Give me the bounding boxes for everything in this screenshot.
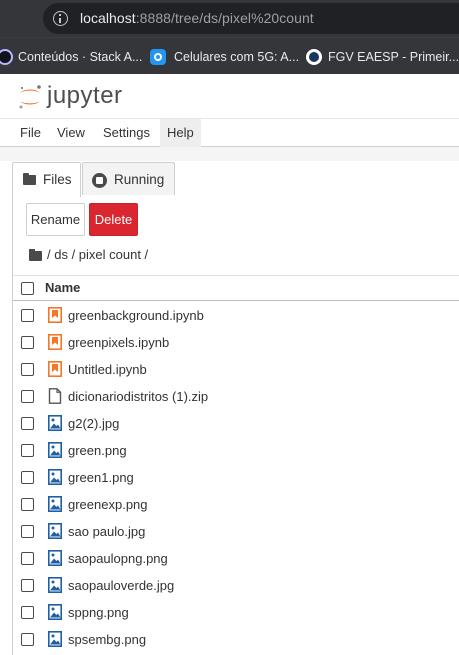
- row-checkbox[interactable]: [21, 633, 34, 646]
- image-file-icon: [48, 415, 62, 431]
- bookmark-label: FGV EAESP - Primeir...: [328, 50, 459, 64]
- breadcrumb-path[interactable]: / ds / pixel count /: [47, 245, 148, 265]
- file-name-link[interactable]: spsembg.png: [68, 631, 146, 648]
- bookmarks-bar: Conteúdos · Stack A... Celulares com 5G:…: [0, 37, 459, 74]
- row-checkbox[interactable]: [21, 336, 34, 349]
- jupyter-header: jupyter: [0, 74, 459, 119]
- tab-files[interactable]: Files: [12, 162, 81, 197]
- file-list: greenbackground.ipynb greenpixels.ipynb Un…: [13, 302, 459, 653]
- file-name-link[interactable]: g2(2).jpg: [68, 415, 119, 432]
- file-row[interactable]: saopaulopng.png: [13, 545, 459, 572]
- file-name-link[interactable]: dicionariodistritos (1).zip: [68, 388, 208, 405]
- row-checkbox[interactable]: [21, 606, 34, 619]
- file-name-link[interactable]: Untitled.ipynb: [68, 361, 147, 378]
- menu-help[interactable]: Help: [160, 119, 201, 147]
- image-file-icon: [48, 550, 62, 566]
- image-file-icon: [48, 604, 62, 620]
- delete-button[interactable]: Delete: [89, 203, 138, 236]
- folder-icon: [23, 173, 36, 185]
- file-row[interactable]: dicionariodistritos (1).zip: [13, 383, 459, 410]
- file-row[interactable]: green.png: [13, 437, 459, 464]
- file-name-link[interactable]: green1.png: [68, 469, 134, 486]
- file-name-link[interactable]: greenexp.png: [68, 496, 148, 513]
- url-host: localhost: [80, 10, 136, 26]
- menu-view[interactable]: View: [50, 119, 92, 147]
- chevron-left-icon[interactable]: [6, 8, 20, 28]
- site-info-icon[interactable]: [53, 11, 68, 26]
- menu-settings[interactable]: Settings: [96, 119, 157, 147]
- bookmark-favicon-icon: [306, 49, 322, 65]
- bookmark-favicon-icon: [0, 49, 13, 65]
- tab-files-label: Files: [43, 172, 72, 187]
- tab-strip: Files Running: [0, 161, 459, 197]
- file-row[interactable]: g2(2).jpg: [13, 410, 459, 437]
- jupyter-logo-text[interactable]: jupyter: [47, 83, 123, 109]
- jupyter-logo-icon[interactable]: [16, 83, 44, 111]
- file-row[interactable]: Untitled.ipynb: [13, 356, 459, 383]
- file-row[interactable]: sao paulo.jpg: [13, 518, 459, 545]
- image-file-icon: [48, 469, 62, 485]
- tab-running-label: Running: [114, 172, 165, 187]
- folder-icon[interactable]: [29, 249, 42, 261]
- file-name-link[interactable]: green.png: [68, 442, 127, 459]
- file-row[interactable]: green1.png: [13, 464, 459, 491]
- file-name-link[interactable]: saopaulopng.png: [68, 550, 168, 567]
- file-name-link[interactable]: greenbackground.ipynb: [68, 307, 204, 324]
- image-file-icon: [48, 631, 62, 647]
- image-file-icon: [48, 496, 62, 512]
- file-name-link[interactable]: saopauloverde.jpg: [68, 577, 174, 594]
- select-all-checkbox[interactable]: [21, 282, 34, 295]
- row-checkbox[interactable]: [21, 471, 34, 484]
- list-header: Name: [13, 275, 459, 301]
- column-name-header[interactable]: Name: [45, 280, 80, 295]
- row-checkbox[interactable]: [21, 363, 34, 376]
- file-name-link[interactable]: sppng.png: [68, 604, 129, 621]
- files-panel: Rename Delete / ds / pixel count / Name …: [12, 195, 459, 655]
- notebook-icon: [48, 307, 62, 323]
- file-row[interactable]: greenexp.png: [13, 491, 459, 518]
- menu-file[interactable]: File: [13, 119, 48, 147]
- file-name-link[interactable]: greenpixels.ipynb: [68, 334, 169, 351]
- stop-circle-icon: [92, 173, 107, 188]
- notebook-icon: [48, 361, 62, 377]
- file-row[interactable]: spsembg.png: [13, 626, 459, 653]
- row-checkbox[interactable]: [21, 552, 34, 565]
- url-text[interactable]: localhost:8888/tree/ds/pixel%20count: [80, 10, 314, 27]
- row-checkbox[interactable]: [21, 498, 34, 511]
- image-file-icon: [48, 523, 62, 539]
- row-checkbox[interactable]: [21, 579, 34, 592]
- file-row[interactable]: greenbackground.ipynb: [13, 302, 459, 329]
- image-file-icon: [48, 577, 62, 593]
- bookmark-label: Celulares com 5G: A...: [174, 50, 300, 64]
- file-row[interactable]: sppng.png: [13, 599, 459, 626]
- file-row[interactable]: saopauloverde.jpg: [13, 572, 459, 599]
- header-separator: [0, 147, 459, 161]
- bookmark-label: Conteúdos · Stack A...: [18, 50, 143, 64]
- browser-address-bar: localhost:8888/tree/ds/pixel%20count: [0, 0, 459, 37]
- notebook-icon: [48, 334, 62, 350]
- bookmark-favicon-icon: [150, 49, 166, 65]
- image-file-icon: [48, 442, 62, 458]
- file-icon: [48, 388, 62, 404]
- file-name-link[interactable]: sao paulo.jpg: [68, 523, 145, 540]
- file-row[interactable]: greenpixels.ipynb: [13, 329, 459, 356]
- row-checkbox[interactable]: [21, 309, 34, 322]
- row-checkbox[interactable]: [21, 525, 34, 538]
- row-checkbox[interactable]: [21, 444, 34, 457]
- rename-button[interactable]: Rename: [26, 203, 85, 236]
- url-path: :8888/tree/ds/pixel%20count: [135, 10, 314, 26]
- url-field[interactable]: localhost:8888/tree/ds/pixel%20count: [43, 3, 459, 34]
- row-checkbox[interactable]: [21, 417, 34, 430]
- menu-bar: File View Settings Help: [0, 119, 459, 147]
- row-checkbox[interactable]: [21, 390, 34, 403]
- tab-running[interactable]: Running: [82, 162, 175, 196]
